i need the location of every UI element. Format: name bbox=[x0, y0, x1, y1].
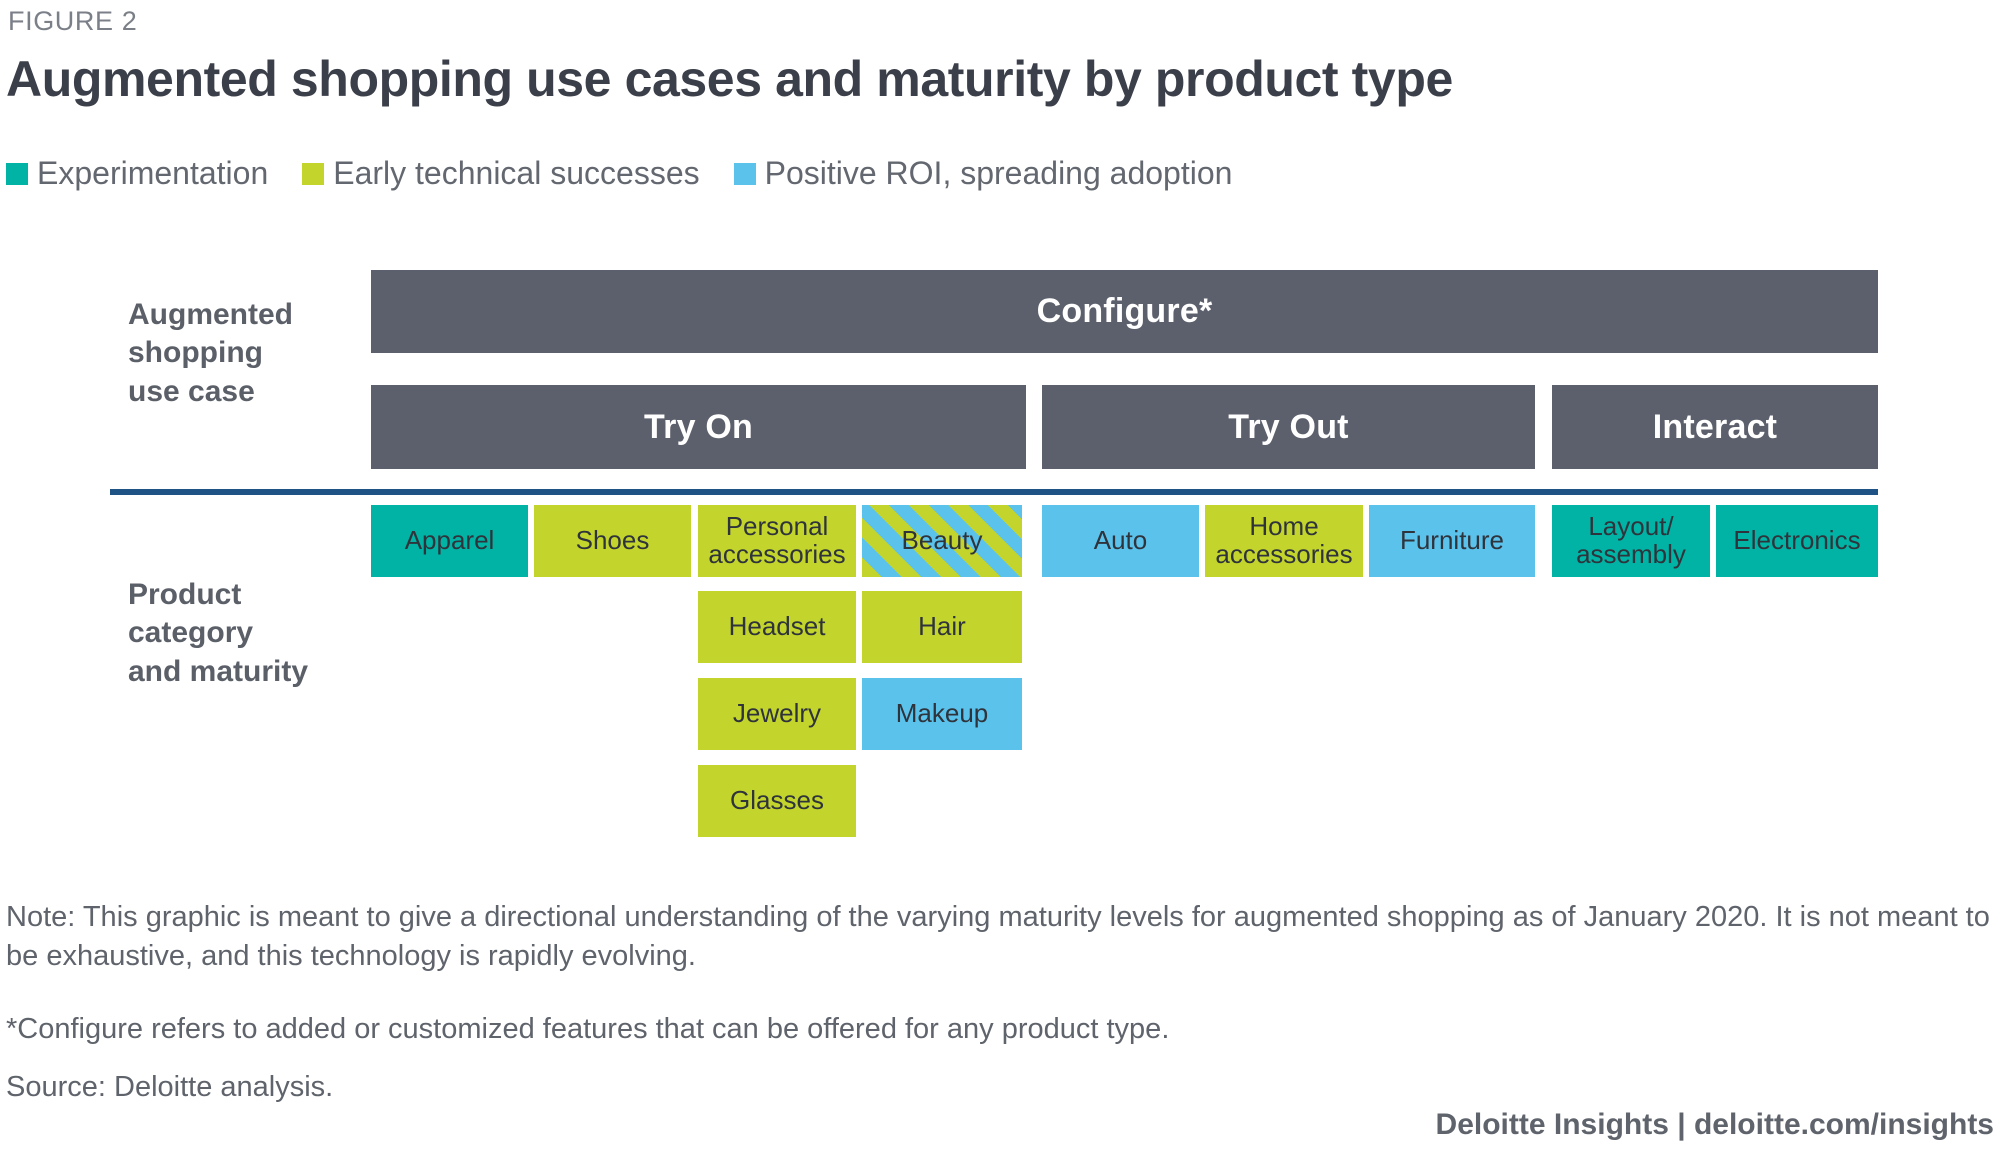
product-cell-label-line2: assembly bbox=[1576, 539, 1686, 569]
product-cell-furniture: Furniture bbox=[1369, 505, 1535, 577]
product-cell-layout-assembly: Layout/ assembly bbox=[1552, 505, 1710, 577]
section-divider bbox=[110, 489, 1878, 495]
product-cell-label: Beauty bbox=[901, 525, 983, 556]
row-label-line: and maturity bbox=[128, 654, 309, 688]
deloitte-insights-credit: Deloitte Insights | deloitte.com/insight… bbox=[1435, 1108, 1994, 1141]
product-cell-label: Home bbox=[1249, 511, 1319, 542]
row-label-product-category: Product category and maturity bbox=[128, 576, 358, 691]
product-cell-label-line2: accessories bbox=[1215, 539, 1353, 569]
use-case-bar-interact: Interact bbox=[1552, 385, 1878, 469]
use-case-bar-try-out: Try Out bbox=[1042, 385, 1535, 469]
product-cell-label: Glasses bbox=[730, 785, 824, 816]
product-cell-label: Headset bbox=[728, 611, 826, 642]
product-cell-label: Furniture bbox=[1399, 525, 1505, 556]
footnote-source: Source: Deloitte analysis. bbox=[6, 1071, 334, 1103]
product-cell-jewelry: Jewelry bbox=[698, 678, 856, 750]
product-cell-label: Auto bbox=[1093, 525, 1148, 556]
product-cell-makeup: Makeup bbox=[862, 678, 1022, 750]
use-case-bar-configure: Configure* bbox=[371, 270, 1878, 353]
product-cell-home-accessories: Home accessories bbox=[1205, 505, 1363, 577]
product-cell-label: Personal bbox=[725, 511, 829, 542]
footnote-note: Note: This graphic is meant to give a di… bbox=[6, 901, 1990, 972]
product-cell-label: Hair bbox=[918, 611, 966, 642]
figure-page: FIGURE 2 Augmented shopping use cases an… bbox=[0, 0, 2000, 1157]
row-label-use-case: Augmented shopping use case bbox=[128, 296, 358, 411]
product-cell-label: Shoes bbox=[575, 525, 650, 556]
row-label-line: category bbox=[128, 616, 254, 650]
product-cell-label-line2: accessories bbox=[708, 539, 846, 569]
footnote-asterisk: *Configure refers to added or customized… bbox=[6, 1013, 1170, 1045]
product-cell-glasses: Glasses bbox=[698, 765, 856, 837]
product-cell-shoes: Shoes bbox=[534, 505, 691, 577]
product-cell-label: Apparel bbox=[404, 525, 495, 556]
product-cell-label: Electronics bbox=[1733, 525, 1861, 556]
product-cell-label: Layout/ bbox=[1588, 511, 1674, 542]
row-label-line: use case bbox=[128, 374, 255, 408]
use-case-bar-try-on: Try On bbox=[371, 385, 1026, 469]
row-label-line: shopping bbox=[128, 336, 263, 370]
product-cell-label: Makeup bbox=[895, 698, 989, 729]
product-cell-auto: Auto bbox=[1042, 505, 1199, 577]
chart-area: Augmented shopping use case Product cate… bbox=[0, 0, 2000, 1157]
product-cell-headset: Headset bbox=[698, 591, 856, 663]
product-cell-electronics: Electronics bbox=[1716, 505, 1878, 577]
product-cell-apparel: Apparel bbox=[371, 505, 528, 577]
product-cell-label: Jewelry bbox=[732, 698, 822, 729]
row-label-line: Augmented bbox=[128, 298, 293, 331]
product-cell-beauty: Beauty bbox=[862, 505, 1022, 577]
product-cell-hair: Hair bbox=[862, 591, 1022, 663]
product-cell-personal-accessories: Personal accessories bbox=[698, 505, 856, 577]
row-label-line: Product bbox=[128, 578, 242, 611]
